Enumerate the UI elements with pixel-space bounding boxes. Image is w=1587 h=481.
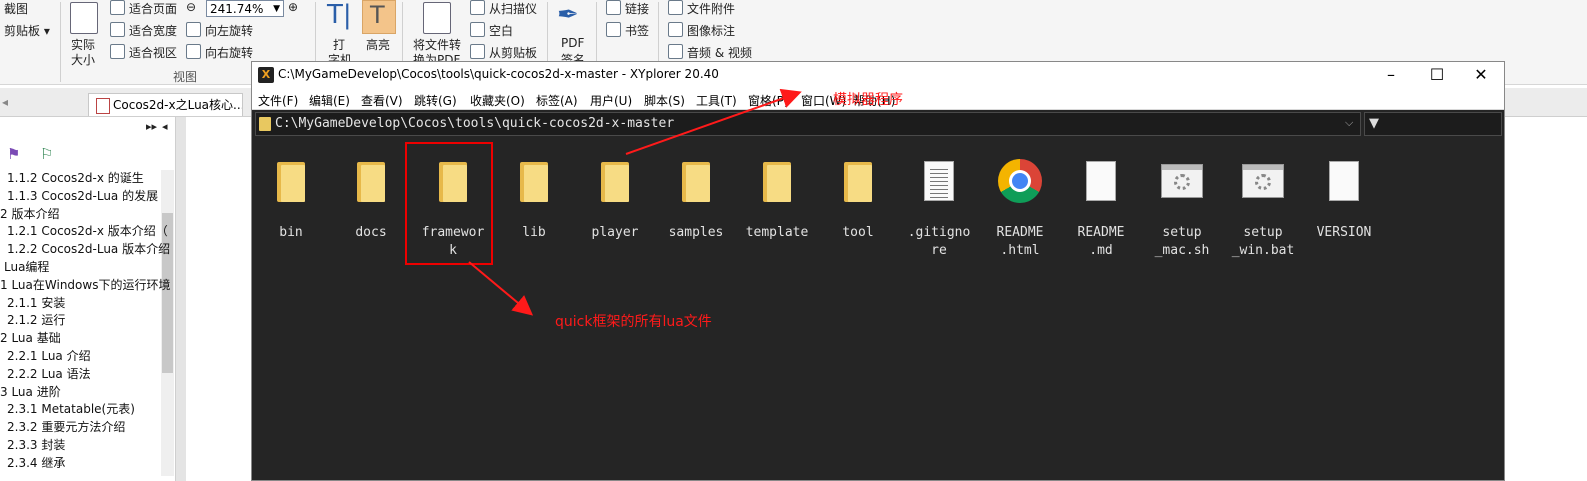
annotation-arrows — [468, 88, 802, 316]
arrow-to-framework-note — [468, 261, 534, 316]
player-annotation: 模拟器程序 — [833, 92, 903, 108]
arrow-to-player-note — [625, 88, 802, 155]
framework-annotation: quick框架的所有lua文件 — [555, 314, 712, 330]
